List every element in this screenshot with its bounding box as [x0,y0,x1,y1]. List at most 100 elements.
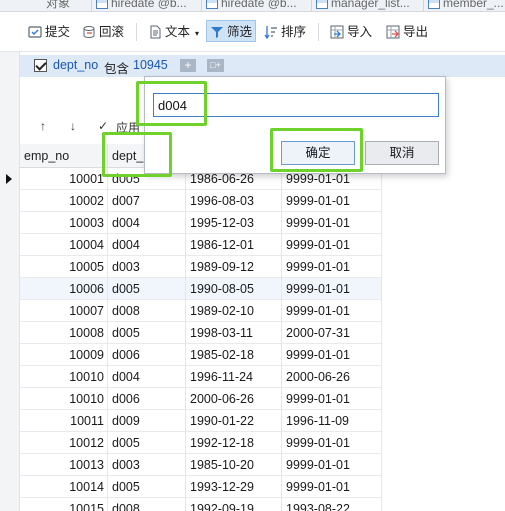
cell-emp-no[interactable]: 10003 [20,212,108,234]
cell-to-date[interactable]: 1996-11-09 [282,410,382,432]
cell-to-date[interactable]: 9999-01-01 [282,212,382,234]
cell-from-date[interactable]: 1990-01-22 [186,410,282,432]
import-button[interactable]: 导入 [328,21,372,43]
cell-dept-no[interactable]: d004 [108,212,186,234]
cell-to-date[interactable]: 9999-01-01 [282,234,382,256]
cell-dept-no[interactable]: d008 [108,498,186,511]
cell-from-date[interactable]: 1989-02-10 [186,300,282,322]
cell-from-date[interactable]: 1992-09-19 [186,498,282,511]
cell-to-date[interactable]: 9999-01-01 [282,256,382,278]
table-row[interactable]: 10008 d005 1998-03-11 2000-07-31 [20,322,382,344]
cell-emp-no[interactable]: 10010 [20,366,108,388]
filter-operator[interactable]: 包含 [104,58,129,77]
cell-dept-no[interactable]: d005 [108,278,186,300]
rollback-button[interactable]: 回滚 [80,21,124,43]
cell-to-date[interactable]: 9999-01-01 [282,432,382,454]
add-condition-button[interactable]: + [180,59,196,72]
cell-emp-no[interactable]: 10007 [20,300,108,322]
cell-dept-no[interactable]: d003 [108,256,186,278]
tab-objects[interactable]: 对象 [0,0,92,11]
tab-hiredate-2[interactable]: hiredate @b... [202,0,312,11]
cell-to-date[interactable]: 9999-01-01 [282,476,382,498]
cell-emp-no[interactable]: 10015 [20,498,108,511]
cell-dept-no[interactable]: d004 [108,366,186,388]
cell-dept-no[interactable]: d004 [108,234,186,256]
table-row[interactable]: 10011 d009 1990-01-22 1996-11-09 [20,410,382,432]
cancel-button[interactable]: 取消 [365,141,439,165]
cell-from-date[interactable]: 1986-12-01 [186,234,282,256]
cell-to-date[interactable]: 9999-01-01 [282,190,382,212]
table-row[interactable]: 10012 d005 1992-12-18 9999-01-01 [20,432,382,454]
cell-from-date[interactable]: 1998-03-11 [186,322,282,344]
cell-from-date[interactable]: 1996-11-24 [186,366,282,388]
cell-emp-no[interactable]: 10005 [20,256,108,278]
cell-to-date[interactable]: 9999-01-01 [282,454,382,476]
cell-to-date[interactable]: 9999-01-01 [282,388,382,410]
text-button[interactable]: 文本 ▾ [146,21,199,43]
table-row[interactable]: 10013 d003 1985-10-20 9999-01-01 [20,454,382,476]
cell-dept-no[interactable]: d006 [108,388,186,410]
cell-from-date[interactable]: 1985-10-20 [186,454,282,476]
cell-from-date[interactable]: 1989-09-12 [186,256,282,278]
cell-to-date[interactable]: 2000-07-31 [282,322,382,344]
cell-emp-no[interactable]: 10006 [20,278,108,300]
cell-to-date[interactable]: 2000-06-26 [282,366,382,388]
commit-button[interactable]: 提交 [26,21,70,43]
ok-button[interactable]: 确定 [281,141,355,165]
move-up-button[interactable]: ↑ [40,119,46,133]
table-row[interactable]: 10007 d008 1989-02-10 9999-01-01 [20,300,382,322]
cell-to-date[interactable]: 9999-01-01 [282,278,382,300]
apply-button[interactable]: 应用 [116,119,140,136]
cell-from-date[interactable]: 1985-02-18 [186,344,282,366]
cell-from-date[interactable]: 1996-08-03 [186,190,282,212]
cell-from-date[interactable]: 1993-12-29 [186,476,282,498]
cell-dept-no[interactable]: d003 [108,454,186,476]
cell-emp-no[interactable]: 10004 [20,234,108,256]
filter-value-input[interactable] [153,93,439,117]
cell-emp-no[interactable]: 10012 [20,432,108,454]
table-row[interactable]: 10015 d008 1992-09-19 1993-08-22 [20,498,382,511]
cell-to-date[interactable]: 1993-08-22 [282,498,382,511]
column-header-emp-no[interactable]: emp_no [20,144,108,168]
cell-dept-no[interactable]: d005 [108,432,186,454]
table-row[interactable]: 10014 d005 1993-12-29 9999-01-01 [20,476,382,498]
tab-hiredate-1[interactable]: hiredate @b... [92,0,202,11]
cell-emp-no[interactable]: 10013 [20,454,108,476]
cell-from-date[interactable]: 1990-08-05 [186,278,282,300]
sort-button[interactable]: 排序 [262,21,306,43]
cell-to-date[interactable]: 9999-01-01 [282,300,382,322]
export-button[interactable]: 导出 [384,21,428,43]
cell-dept-no[interactable]: d007 [108,190,186,212]
table-row[interactable]: 10006 d005 1990-08-05 9999-01-01 [20,278,382,300]
cell-emp-no[interactable]: 10009 [20,344,108,366]
table-row[interactable]: 10002 d007 1996-08-03 9999-01-01 [20,190,382,212]
move-down-button[interactable]: ↓ [70,119,76,133]
cell-to-date[interactable]: 9999-01-01 [282,344,382,366]
cell-emp-no[interactable]: 10014 [20,476,108,498]
cell-from-date[interactable]: 1992-12-18 [186,432,282,454]
cell-emp-no[interactable]: 10002 [20,190,108,212]
cell-dept-no[interactable]: d006 [108,344,186,366]
table-row[interactable]: 10010 d004 1996-11-24 2000-06-26 [20,366,382,388]
table-row[interactable]: 10005 d003 1989-09-12 9999-01-01 [20,256,382,278]
filter-field[interactable]: dept_no [53,58,98,72]
cell-emp-no[interactable]: 10001 [20,168,108,190]
table-row[interactable]: 10009 d006 1985-02-18 9999-01-01 [20,344,382,366]
tab-member[interactable]: member_... [424,0,505,11]
cell-from-date[interactable]: 2000-06-26 [186,388,282,410]
cell-emp-no[interactable]: 10011 [20,410,108,432]
cell-dept-no[interactable]: d008 [108,300,186,322]
filter-value[interactable]: 10945 [133,58,168,72]
table-row[interactable]: 10003 d004 1995-12-03 9999-01-01 [20,212,382,234]
cell-emp-no[interactable]: 10008 [20,322,108,344]
table-row[interactable]: 10010 d006 2000-06-26 9999-01-01 [20,388,382,410]
filter-enable-checkbox[interactable] [34,59,47,72]
filter-button[interactable]: 筛选 [206,20,257,42]
cell-dept-no[interactable]: d009 [108,410,186,432]
cell-dept-no[interactable]: d005 [108,322,186,344]
cell-from-date[interactable]: 1995-12-03 [186,212,282,234]
add-group-button[interactable]: □+ [207,59,224,72]
cell-emp-no[interactable]: 10010 [20,388,108,410]
cell-dept-no[interactable]: d005 [108,476,186,498]
table-row[interactable]: 10004 d004 1986-12-01 9999-01-01 [20,234,382,256]
